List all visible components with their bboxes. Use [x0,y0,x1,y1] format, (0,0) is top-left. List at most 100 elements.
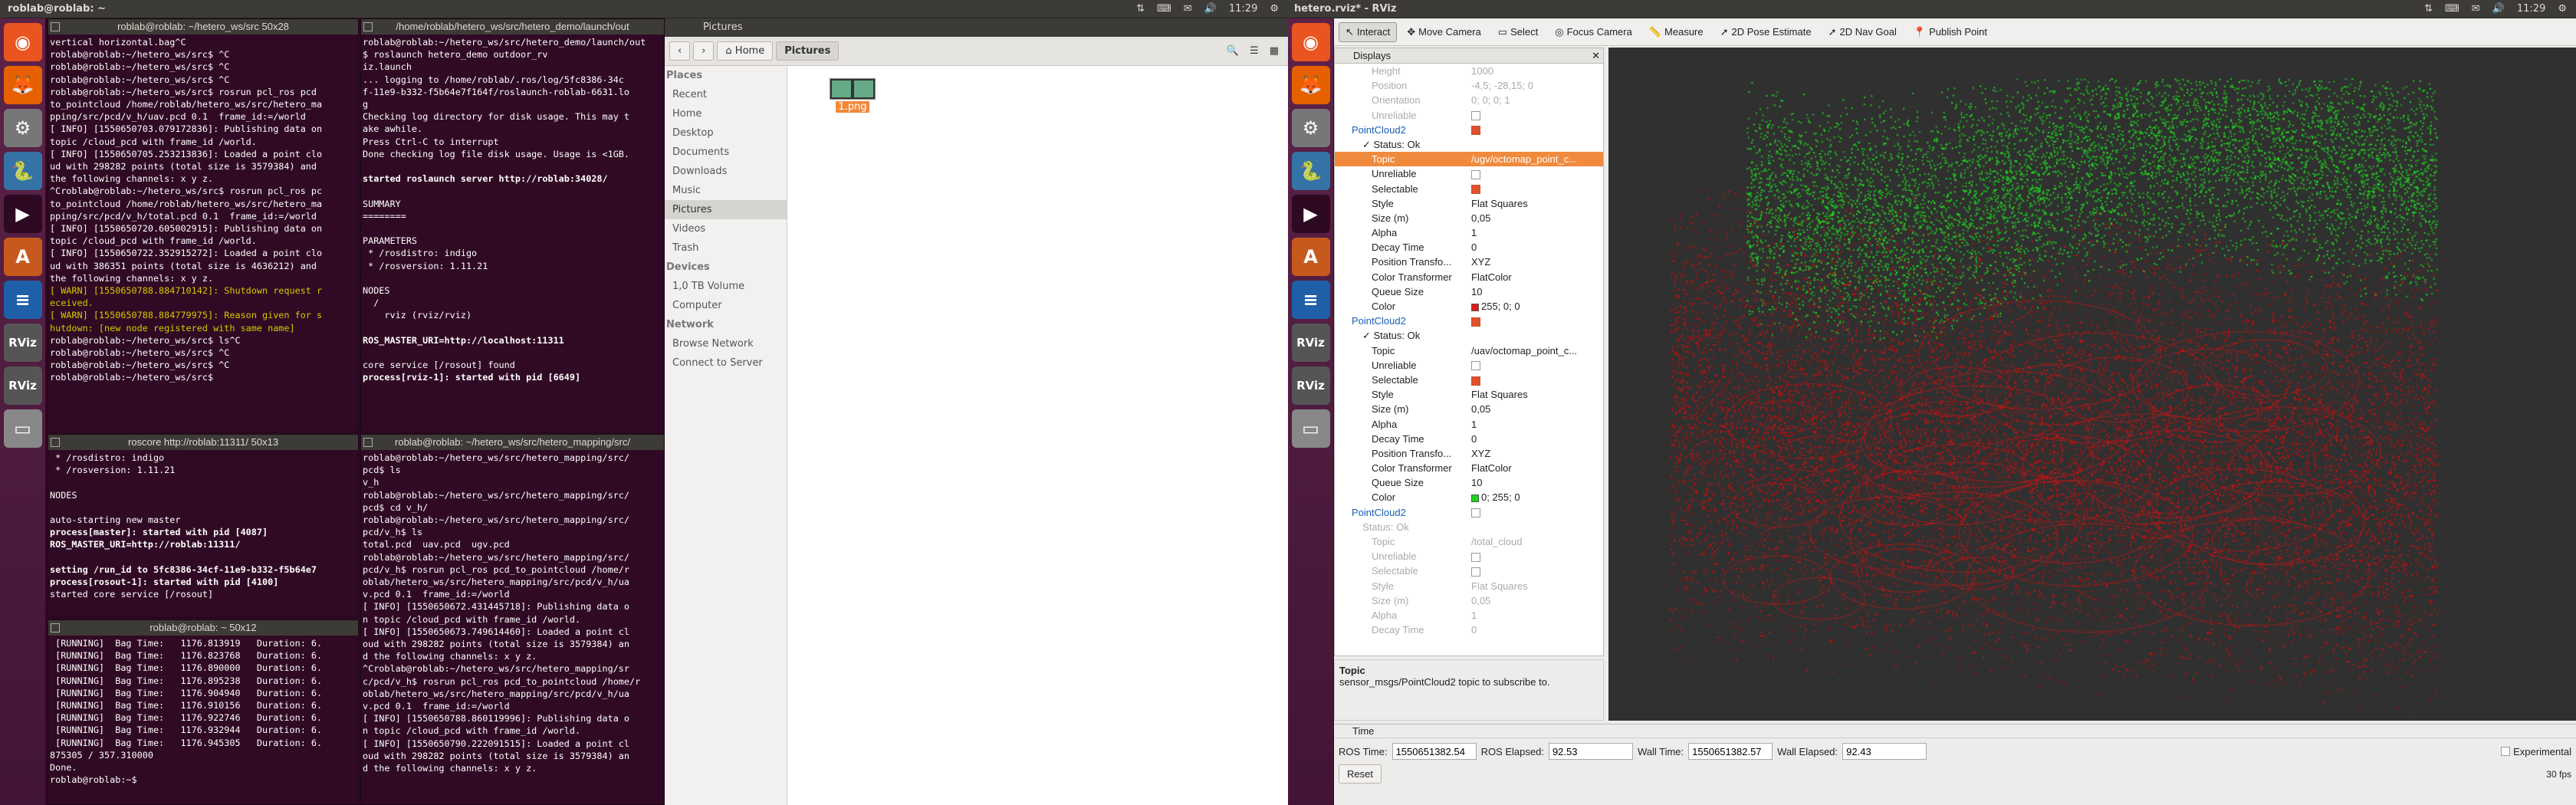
property-row[interactable]: Size (m) 0,05 [1335,402,1603,416]
point-cloud-canvas[interactable] [1608,48,2576,721]
property-value[interactable] [1467,108,1603,123]
sidebar-item[interactable]: Home [665,104,787,123]
property-row[interactable]: Size (m) 0,05 [1335,211,1603,225]
property-value[interactable]: 0 [1467,623,1603,637]
back-button[interactable]: ‹ [669,41,691,61]
color-swatch[interactable] [1471,495,1479,502]
checkbox[interactable] [1471,317,1480,327]
firefox-icon[interactable]: 🦊 [3,66,42,104]
property-value[interactable] [1467,123,1603,137]
volume-icon[interactable]: 🔊 [2492,3,2505,15]
checkbox[interactable] [1471,111,1480,121]
reset-button[interactable]: Reset [1339,764,1382,784]
property-row[interactable]: Selectable [1335,182,1603,196]
rviz-icon[interactable]: RViz [3,324,42,362]
settings-icon[interactable]: ⚙ [1291,109,1330,147]
property-value[interactable]: 0 [1467,240,1603,255]
property-row[interactable]: Decay Time 0 [1335,623,1603,637]
tool-move-camera[interactable]: ✥ Move Camera [1400,22,1488,42]
sidebar-item[interactable]: Downloads [665,162,787,181]
ubuntu-icon[interactable]: ◉ [1291,23,1330,61]
property-row[interactable]: Color Transformer FlatColor [1335,461,1603,475]
experimental-checkbox[interactable] [2501,747,2511,756]
wall-time-field[interactable] [1688,743,1773,760]
property-row[interactable]: Selectable [1335,564,1603,578]
property-row[interactable]: Topic/ugv/octomap_point_c... [1335,152,1603,167]
property-row[interactable]: Orientation 0; 0; 0; 1 [1335,93,1603,107]
breadcrumb-home[interactable]: ⌂ Home [717,41,774,61]
property-value[interactable]: 0,05 [1467,593,1603,608]
property-value[interactable]: 1000 [1467,64,1603,78]
property-row[interactable]: Size (m) 0,05 [1335,593,1603,608]
mail-icon[interactable]: ✉ [2472,3,2480,15]
terminal-mapping[interactable]: roblab@roblab: ~/hetero_ws/src/hetero_ma… [360,434,665,805]
sidebar-item[interactable]: 1,0 TB Volume [665,277,787,296]
property-value[interactable]: 10 [1467,475,1603,490]
property-value[interactable]: 1 [1467,608,1603,623]
sidebar-item[interactable]: Documents [665,143,787,162]
sidebar-item[interactable]: Browse Network [665,334,787,353]
property-row[interactable]: Alpha 1 [1335,225,1603,240]
checkbox[interactable] [1471,185,1480,195]
tool-select[interactable]: ▭ Select [1491,22,1545,42]
property-value[interactable]: Flat Squares [1467,387,1603,402]
terminal-bag[interactable]: roblab@roblab: ~ 50x12 [RUNNING] Bag Tim… [48,619,359,805]
clock[interactable]: 11:29 [1229,3,1257,15]
property-row[interactable]: Color Transformer FlatColor [1335,270,1603,284]
tool-interact[interactable]: ↖ Interact [1339,21,1398,42]
property-row[interactable]: Queue Size 10 [1335,475,1603,490]
display-item[interactable]: PointCloud2 [1335,314,1603,328]
property-row[interactable]: Color 0; 255; 0 [1335,490,1603,504]
property-row[interactable]: Position Transfo... XYZ [1335,446,1603,461]
property-row[interactable]: Style Flat Squares [1335,387,1603,402]
property-value[interactable] [1467,328,1603,343]
property-row[interactable]: Height 1000 [1335,64,1603,78]
property-value[interactable]: FlatColor [1467,461,1603,475]
close-icon[interactable]: ✕ [1592,48,1600,64]
terminal-src[interactable]: roblab@roblab: ~/hetero_ws/src 50x28 ver… [48,18,359,432]
property-value[interactable] [1467,564,1603,578]
property-value[interactable]: -4,5; -28,15; 0 [1467,78,1603,93]
property-value[interactable]: FlatColor [1467,270,1603,284]
checkbox[interactable] [1471,126,1480,136]
property-value[interactable] [1467,549,1603,564]
drive-icon[interactable]: ▭ [3,409,42,448]
property-value[interactable]: 0,05 [1467,402,1603,416]
sidebar-item[interactable]: Pictures [665,200,787,219]
tool-2d-nav-goal[interactable]: ➚ 2D Nav Goal [1822,22,1904,42]
property-value[interactable] [1467,137,1603,152]
checkbox[interactable] [1471,361,1480,371]
property-row[interactable]: Alpha 1 [1335,608,1603,623]
property-value[interactable]: 1 [1467,225,1603,240]
property-value[interactable] [1467,182,1603,196]
software-icon[interactable]: A [3,238,42,276]
settings-icon[interactable]: ⚙ [3,109,42,147]
property-row[interactable]: Color 255; 0; 0 [1335,299,1603,314]
property-value[interactable]: 10 [1467,284,1603,299]
property-value[interactable]: 0; 0; 0; 1 [1467,93,1603,107]
property-value[interactable]: XYZ [1467,446,1603,461]
property-row[interactable]: Position Transfo... XYZ [1335,255,1603,269]
property-row[interactable]: Style Flat Squares [1335,196,1603,211]
property-value[interactable]: Flat Squares [1467,196,1603,211]
property-value[interactable]: 255; 0; 0 [1467,299,1603,314]
document-icon[interactable]: ≡ [3,281,42,319]
property-value[interactable] [1467,358,1603,373]
property-row[interactable]: Status: Ok [1335,520,1603,534]
network-icon[interactable]: ⇅ [2424,3,2433,15]
property-value[interactable] [1467,314,1603,328]
firefox-icon[interactable]: 🦊 [1291,66,1330,104]
forward-button[interactable]: › [693,41,715,61]
sidebar-item[interactable]: Videos [665,219,787,238]
property-value[interactable]: /ugv/octomap_point_c... [1467,152,1603,166]
sidebar-item[interactable]: Desktop [665,123,787,143]
keyboard-icon[interactable]: ⌨ [1157,3,1171,15]
grid-view-icon[interactable]: ▦ [1270,45,1279,57]
volume-icon[interactable]: 🔊 [1204,3,1217,15]
property-row[interactable]: ✓ Status: Ok [1335,328,1603,343]
checkbox[interactable] [1471,169,1480,179]
tool-focus-camera[interactable]: ◎ Focus Camera [1548,22,1639,42]
power-icon[interactable]: ⚙ [2558,3,2567,15]
property-value[interactable]: Flat Squares [1467,579,1603,593]
property-value[interactable] [1467,520,1603,534]
